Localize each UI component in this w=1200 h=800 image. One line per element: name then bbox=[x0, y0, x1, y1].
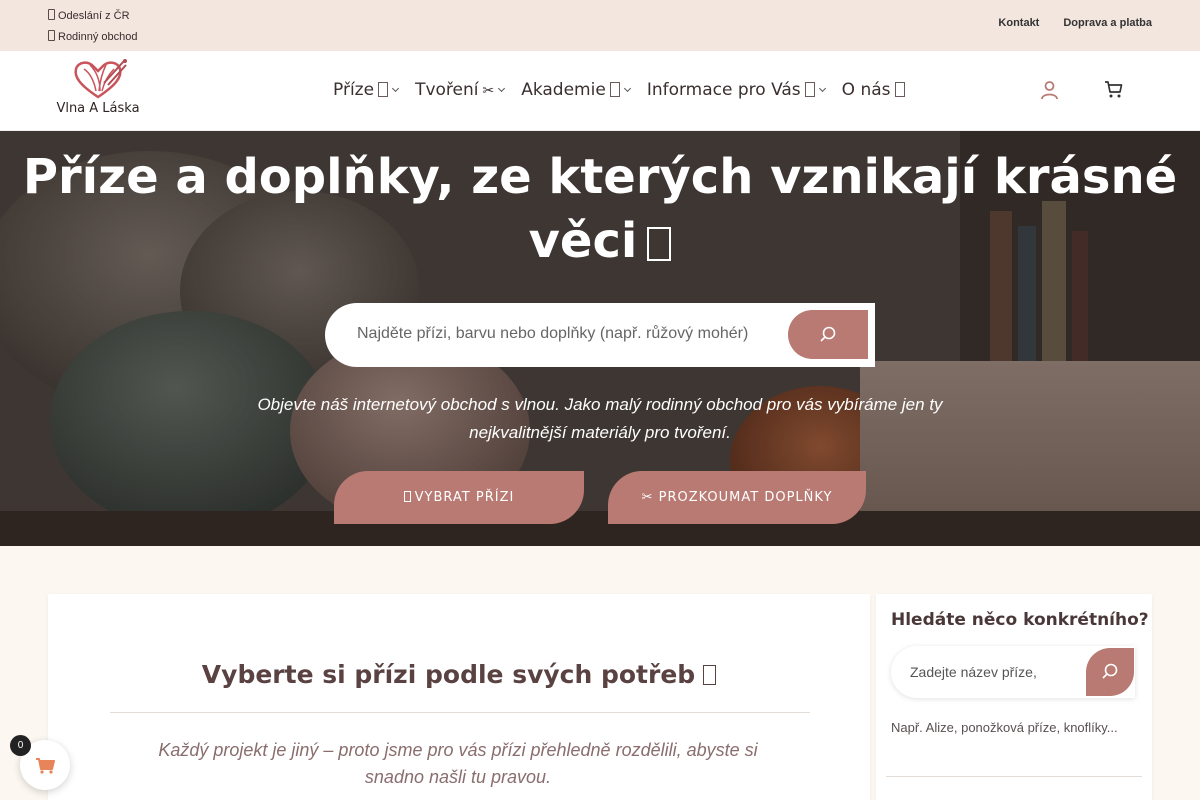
section-heading: Vyberte si přízi podle svých potřeb bbox=[48, 660, 870, 689]
main-nav: Příze Tvoření ✂ Akademie Informace pro Vá… bbox=[333, 80, 922, 100]
hero-section: Příze a doplňky, ze kterých vznikají krá… bbox=[0, 131, 1200, 546]
site-header: Vlna A Láska Příze Tvoření ✂ Akademie Inf… bbox=[0, 51, 1200, 131]
hero-title: Příze a doplňky, ze kterých vznikají krá… bbox=[22, 149, 1178, 269]
sidebar-search-hint: Např. Alize, ponožková příze, knoflíky..… bbox=[891, 720, 1118, 735]
choose-yarn-button[interactable]: VYBRAT PŘÍZI bbox=[334, 471, 584, 524]
home-icon bbox=[48, 30, 55, 41]
search-icon bbox=[1102, 663, 1118, 679]
info-emoji-icon bbox=[804, 82, 815, 97]
hero-search-bar: Najděte přízi, barvu nebo doplňky (např.… bbox=[325, 303, 875, 367]
account-icon[interactable] bbox=[1040, 80, 1059, 104]
sidebar-heading: Hledáte něco konkrétního? bbox=[891, 610, 1149, 630]
section-subtitle: Každý projekt je jiný – proto jsme pro v… bbox=[158, 740, 758, 787]
nav-item-info[interactable]: Informace pro Vás bbox=[647, 80, 826, 100]
sidebar-search-button[interactable] bbox=[1086, 648, 1134, 696]
yarn-emoji-icon bbox=[647, 227, 672, 261]
yarn-selection-section: Vyberte si přízi podle svých potřeb Každ… bbox=[48, 594, 870, 800]
divider bbox=[110, 712, 810, 713]
shipping-note: Odeslání z ČR bbox=[48, 6, 138, 27]
hero-search-button[interactable] bbox=[788, 310, 868, 359]
shipping-payment-link[interactable]: Doprava a platba bbox=[1063, 17, 1152, 29]
chevron-down-icon bbox=[392, 84, 400, 93]
yarn-emoji-icon bbox=[703, 665, 717, 685]
scissors-icon: ✂ bbox=[482, 83, 495, 99]
explore-accessories-button[interactable]: ✂ PROZKOUMAT DOPLŇKY bbox=[608, 471, 866, 524]
contact-link[interactable]: Kontakt bbox=[998, 17, 1039, 29]
hero-search-input[interactable]: Najděte přízi, barvu nebo doplňky (např.… bbox=[357, 325, 749, 343]
yarn-heart-logo-icon bbox=[74, 59, 127, 99]
divider bbox=[886, 776, 1142, 777]
nav-item-academy[interactable]: Akademie bbox=[521, 80, 631, 100]
yarn-emoji-icon bbox=[403, 491, 411, 502]
hero-description: Objevte náš internetový obchod s vlnou. … bbox=[257, 395, 943, 442]
sidebar-search-input[interactable]: Zadejte název příze, bbox=[910, 664, 1037, 680]
logo[interactable]: Vlna A Láska bbox=[52, 57, 144, 116]
nav-item-yarn[interactable]: Příze bbox=[333, 80, 400, 100]
floating-cart-button[interactable]: 0 bbox=[10, 735, 70, 790]
cart-icon[interactable] bbox=[1104, 80, 1123, 103]
sidebar-search-bar: Zadejte název příze, bbox=[891, 646, 1135, 698]
topbar-links: Kontakt Doprava a platba bbox=[974, 17, 1152, 29]
chevron-down-icon bbox=[623, 84, 631, 93]
flag-icon bbox=[48, 9, 55, 20]
topbar-info: Odeslání z ČR Rodinný obchod bbox=[48, 6, 138, 48]
nav-item-about[interactable]: O nás bbox=[842, 80, 905, 100]
sidebar-search-widget: Hledáte něco konkrétního? Zadejte název … bbox=[876, 594, 1152, 800]
top-bar: Odeslání z ČR Rodinný obchod Kontakt Dopr… bbox=[0, 0, 1200, 51]
academy-emoji-icon bbox=[609, 82, 620, 97]
family-shop-note: Rodinný obchod bbox=[48, 27, 138, 48]
yarn-emoji-icon bbox=[378, 82, 389, 97]
chevron-down-icon bbox=[818, 84, 826, 93]
nav-item-crafting[interactable]: Tvoření ✂ bbox=[415, 80, 506, 100]
chevron-down-icon bbox=[498, 84, 506, 93]
search-icon bbox=[820, 326, 836, 342]
brand-name: Vlna A Láska bbox=[56, 101, 140, 116]
cart-count-badge: 0 bbox=[10, 735, 31, 756]
about-emoji-icon bbox=[894, 82, 905, 97]
